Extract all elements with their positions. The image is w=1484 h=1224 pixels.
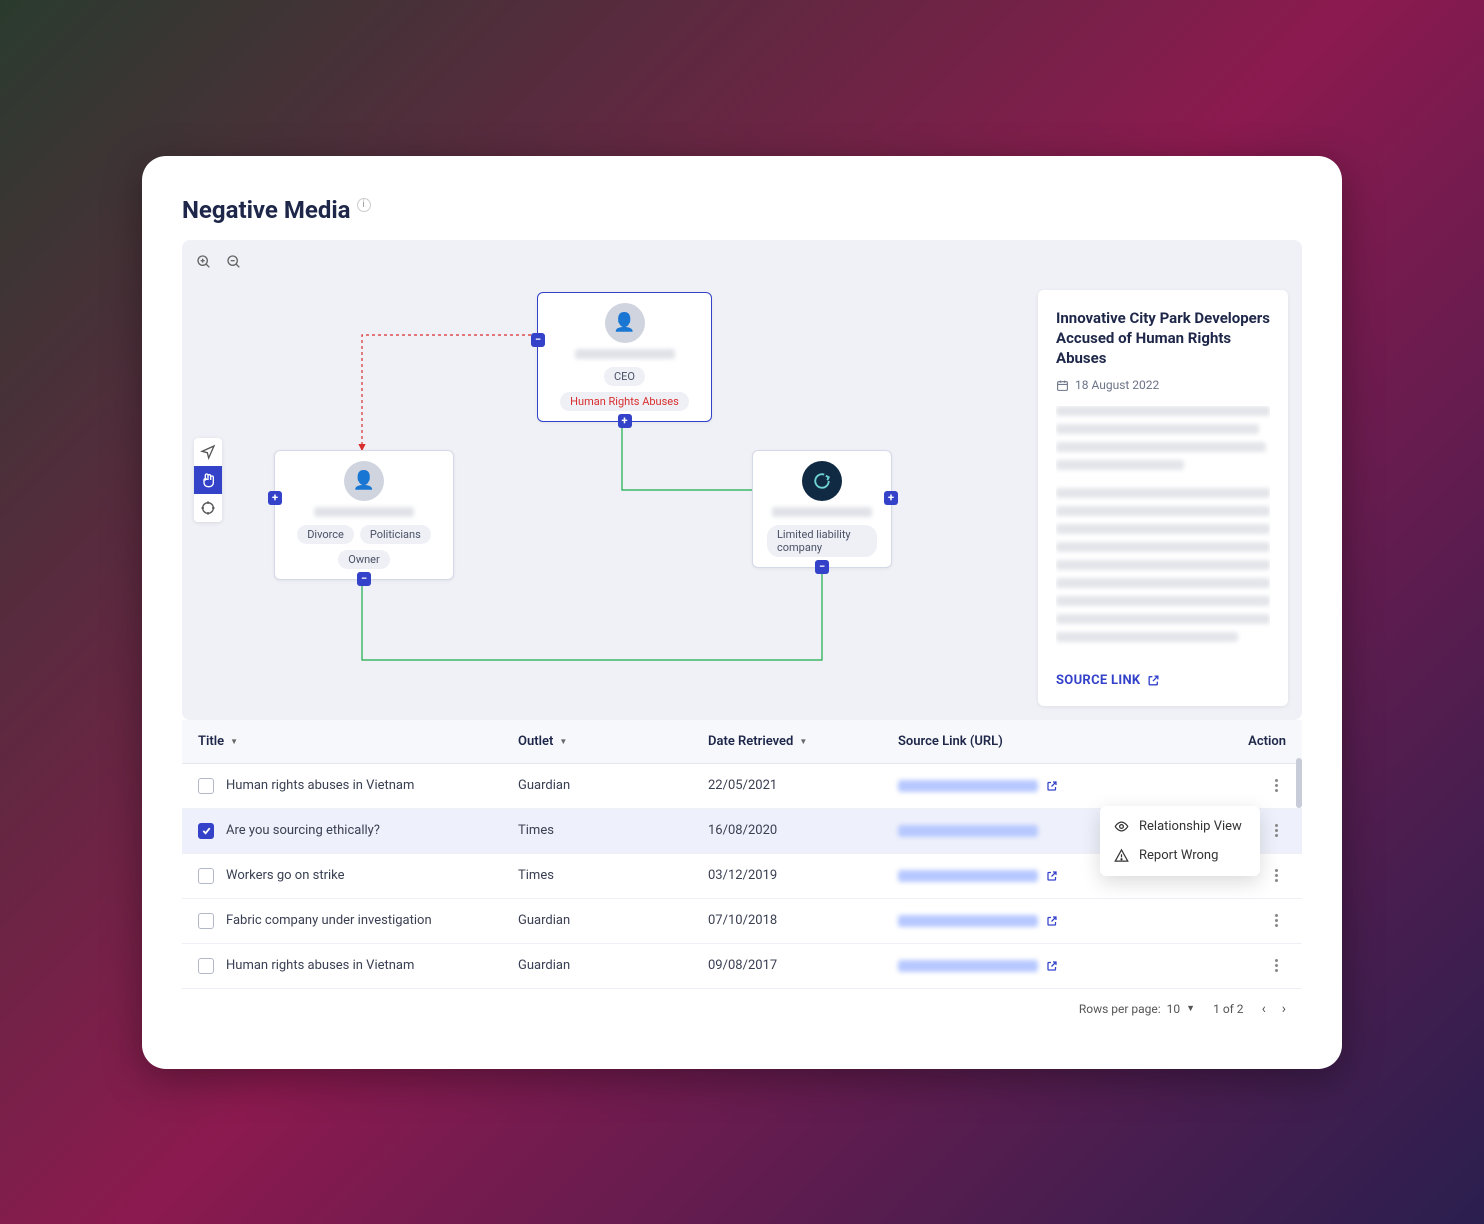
hand-tool[interactable] <box>194 466 222 494</box>
article-date: 18 August 2022 <box>1056 378 1270 392</box>
company-icon <box>802 461 842 501</box>
page-status: 1 of 2 <box>1213 1002 1243 1016</box>
row-checkbox[interactable] <box>198 778 214 794</box>
table-header: Title▼ Outlet▼ Date Retrieved▼ Source Li… <box>182 720 1302 764</box>
graph-node-company[interactable]: Limited liability company + − <box>752 450 892 568</box>
row-date: 09/08/2017 <box>708 958 898 973</box>
external-link-icon <box>1046 915 1058 927</box>
row-checkbox[interactable] <box>198 958 214 974</box>
row-outlet: Guardian <box>518 778 708 793</box>
avatar-icon: 👤 <box>344 461 384 501</box>
node-name-redacted <box>772 507 872 517</box>
app-window: Negative Media i <box>142 156 1342 1069</box>
row-source-link[interactable] <box>898 960 1138 972</box>
tag: Divorce <box>297 525 354 544</box>
row-title: Are you sourcing ethically? <box>226 823 380 838</box>
warning-icon <box>1114 848 1129 863</box>
expand-handle[interactable]: + <box>268 491 282 505</box>
row-date: 03/12/2019 <box>708 868 898 883</box>
external-link-icon <box>1046 780 1058 792</box>
col-date[interactable]: Date Retrieved▼ <box>708 734 898 749</box>
col-outlet[interactable]: Outlet▼ <box>518 734 708 749</box>
collapse-handle[interactable]: − <box>357 572 371 586</box>
menu-report-wrong[interactable]: Report Wrong <box>1100 841 1260 870</box>
graph-node-person[interactable]: 👤 Divorce Politicians Owner + − <box>274 450 454 580</box>
row-source-link[interactable] <box>898 915 1138 927</box>
row-title: Fabric company under investigation <box>226 913 432 928</box>
title-row: Negative Media i <box>182 196 1302 224</box>
node-tags: CEO Human Rights Abuses <box>552 367 697 411</box>
tag: CEO <box>604 367 645 386</box>
row-source-link[interactable] <box>898 780 1138 792</box>
pointer-tool[interactable] <box>194 438 222 466</box>
avatar-icon: 👤 <box>605 303 645 343</box>
expand-handle[interactable]: + <box>618 414 632 428</box>
row-date: 16/08/2020 <box>708 823 898 838</box>
prev-page[interactable]: ‹ <box>1262 1001 1266 1017</box>
target-tool[interactable] <box>194 494 222 522</box>
article-title: Innovative City Park Developers Accused … <box>1056 308 1270 369</box>
table-row[interactable]: Fabric company under investigation Guard… <box>182 899 1302 944</box>
node-name-redacted <box>314 507 414 517</box>
row-checkbox[interactable] <box>198 823 214 839</box>
tool-palette <box>194 438 222 522</box>
article-panel: Innovative City Park Developers Accused … <box>1038 290 1288 706</box>
collapse-handle[interactable]: − <box>815 560 829 574</box>
article-body-redacted <box>1056 406 1270 662</box>
graph-node-ceo[interactable]: 👤 CEO Human Rights Abuses − + <box>537 292 712 422</box>
row-actions-menu[interactable] <box>1266 956 1286 976</box>
expand-handle[interactable]: + <box>884 491 898 505</box>
col-action: Action <box>1138 734 1286 749</box>
node-tags: Divorce Politicians Owner <box>289 525 439 569</box>
row-actions-menu[interactable] <box>1266 866 1286 886</box>
external-link-icon <box>1147 674 1160 687</box>
row-actions-menu[interactable] <box>1266 776 1286 796</box>
row-actions-menu[interactable] <box>1266 911 1286 931</box>
eye-icon <box>1114 819 1129 834</box>
zoom-in-button[interactable] <box>194 252 214 272</box>
external-link-icon <box>1046 960 1058 972</box>
scrollbar[interactable] <box>1296 758 1302 808</box>
rows-per-page[interactable]: Rows per page: 10 ▼ <box>1079 1002 1195 1016</box>
row-date: 07/10/2018 <box>708 913 898 928</box>
tag: Politicians <box>360 525 431 544</box>
row-checkbox[interactable] <box>198 913 214 929</box>
page-title: Negative Media <box>182 196 351 224</box>
media-table: Title▼ Outlet▼ Date Retrieved▼ Source Li… <box>182 720 1302 1029</box>
zoom-out-button[interactable] <box>224 252 244 272</box>
graph-canvas[interactable]: 👤 CEO Human Rights Abuses − + 👤 Divorce … <box>182 240 1302 720</box>
table-row[interactable]: Human rights abuses in Vietnam Guardian … <box>182 764 1302 809</box>
tag: Owner <box>338 550 389 569</box>
tag: Limited liability company <box>767 525 877 557</box>
menu-relationship-view[interactable]: Relationship View <box>1100 812 1260 841</box>
row-outlet: Times <box>518 823 708 838</box>
col-source: Source Link (URL) <box>898 734 1138 749</box>
row-date: 22/05/2021 <box>708 778 898 793</box>
external-link-icon <box>1046 870 1058 882</box>
table-body: Human rights abuses in Vietnam Guardian … <box>182 764 1302 989</box>
row-outlet: Guardian <box>518 913 708 928</box>
table-row[interactable]: Human rights abuses in Vietnam Guardian … <box>182 944 1302 989</box>
zoom-controls <box>194 252 244 272</box>
row-outlet: Guardian <box>518 958 708 973</box>
source-link[interactable]: SOURCE LINK <box>1056 673 1270 688</box>
node-name-redacted <box>575 349 675 359</box>
pagination: Rows per page: 10 ▼ 1 of 2 ‹ › <box>182 989 1302 1029</box>
node-tags: Limited liability company <box>767 525 877 557</box>
calendar-icon <box>1056 379 1069 392</box>
row-title: Workers go on strike <box>226 868 345 883</box>
row-checkbox[interactable] <box>198 868 214 884</box>
row-context-menu: Relationship View Report Wrong <box>1100 806 1260 876</box>
row-outlet: Times <box>518 868 708 883</box>
tag: Human Rights Abuses <box>560 392 689 411</box>
row-title: Human rights abuses in Vietnam <box>226 778 414 793</box>
row-title: Human rights abuses in Vietnam <box>226 958 414 973</box>
collapse-handle[interactable]: − <box>531 333 545 347</box>
row-actions-menu[interactable] <box>1266 821 1286 841</box>
next-page[interactable]: › <box>1282 1001 1286 1017</box>
col-title[interactable]: Title▼ <box>198 734 518 749</box>
info-icon[interactable]: i <box>357 198 371 212</box>
